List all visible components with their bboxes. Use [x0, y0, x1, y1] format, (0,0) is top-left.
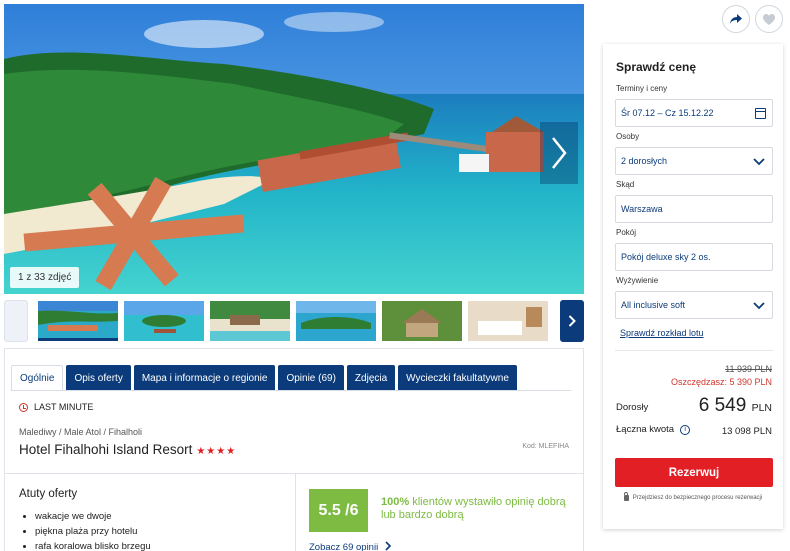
- secure-booking-note: Przejdziesz do bezpiecznego procesu reze…: [603, 492, 783, 501]
- highlight-item: piękna plaża przy hotelu: [23, 526, 151, 537]
- offer-code: Kod: MLEFIHA: [522, 443, 569, 450]
- column-divider: [295, 473, 296, 551]
- thumbnail-4[interactable]: [296, 301, 376, 341]
- rating-score: 5.5 /6: [309, 489, 368, 532]
- old-price: 11 939 PLN: [725, 364, 772, 374]
- departure-field[interactable]: Warszawa: [615, 195, 773, 223]
- persons-label: Osoby: [616, 132, 640, 141]
- thumbnail-2[interactable]: [124, 301, 204, 341]
- chevron-right-icon: [552, 137, 567, 169]
- highlights-list: wakacje we dwoje piękna plaża przy hotel…: [23, 511, 151, 551]
- adult-price-label: Dorosły: [616, 402, 649, 413]
- adult-price-value: 6 549: [698, 395, 747, 416]
- tab-photos[interactable]: Zdjęcia: [346, 365, 396, 391]
- thumbnail-image: [382, 301, 462, 341]
- reserve-button[interactable]: Rezerwuj: [615, 458, 773, 487]
- highlight-item: wakacje we dwoje: [23, 511, 151, 522]
- price-check-card: Sprawdź cenę Terminy i ceny Śr 07.12 – C…: [603, 44, 783, 529]
- board-value: All inclusive soft: [621, 300, 686, 310]
- thumbnails-prev-button[interactable]: [4, 300, 28, 342]
- calendar-icon: [755, 108, 766, 119]
- clock-icon: [19, 402, 28, 412]
- lock-icon: [623, 492, 629, 501]
- section-divider: [5, 473, 583, 474]
- flight-schedule-link[interactable]: Sprawdź rozkład lotu: [620, 328, 704, 338]
- resort-aerial-image: [4, 4, 584, 294]
- highlight-item: rafa koralowa blisko brzegu: [23, 541, 151, 551]
- see-reviews-link[interactable]: Zobacz 69 opinii: [309, 541, 392, 551]
- departure-label: Skąd: [616, 180, 635, 189]
- tab-reviews[interactable]: Opinie (69): [278, 365, 344, 391]
- rating-text: klientów wystawiło opinię dobrą lub bard…: [381, 496, 566, 522]
- favorite-button[interactable]: [755, 5, 783, 33]
- adult-price: 6 549 PLN: [699, 395, 772, 417]
- dates-value: Śr 07.12 – Cz 15.12.22: [621, 108, 714, 118]
- thumbnail-6[interactable]: [468, 301, 548, 341]
- chevron-right-icon: [568, 315, 576, 327]
- location-breadcrumb: Malediwy / Male Atol / Fihalholi: [19, 427, 143, 437]
- thumbnail-image: [38, 301, 118, 338]
- persons-select[interactable]: 2 dorosłych: [615, 147, 773, 175]
- total-price-value: 13 098 PLN: [721, 426, 772, 437]
- board-label: Wyżywienie: [616, 276, 659, 285]
- adult-price-currency: PLN: [751, 402, 772, 414]
- rating-summary: 100% klientów wystawiło opinię dobrą lub…: [381, 496, 571, 522]
- highlights-title: Atuty oferty: [19, 488, 78, 500]
- offer-tabs: Ogólnie Opis oferty Mapa i informacje o …: [11, 365, 517, 391]
- heart-icon: [763, 13, 775, 25]
- offer-panel: Ogólnie Opis oferty Mapa i informacje o …: [4, 348, 584, 551]
- thumbnail-3[interactable]: [210, 301, 290, 341]
- dates-label: Terminy i ceny: [616, 84, 668, 93]
- thumbnails-next-button[interactable]: [560, 300, 584, 342]
- room-value: Pokój deluxe sky 2 os.: [621, 252, 711, 262]
- total-label-text: Łączna kwota: [616, 424, 675, 435]
- hotel-stars: ★★★★: [196, 446, 237, 457]
- tab-excursions[interactable]: Wycieczki fakultatywne: [398, 365, 517, 391]
- thumbnail-image: [124, 301, 204, 341]
- info-icon[interactable]: i: [680, 424, 691, 435]
- tab-general[interactable]: Ogólnie: [11, 365, 64, 391]
- hotel-title: Hotel Fihalhohi Island Resort ★★★★: [19, 442, 236, 457]
- total-price-label: Łączna kwota i: [616, 424, 691, 435]
- thumbnail-1[interactable]: [38, 301, 118, 341]
- thumbnail-strip: [4, 300, 584, 342]
- photo-counter: 1 z 33 zdjęć: [10, 267, 80, 288]
- departure-value: Warszawa: [621, 204, 663, 214]
- board-select[interactable]: All inclusive soft: [615, 291, 773, 319]
- see-reviews-label: Zobacz 69 opinii: [309, 542, 379, 551]
- saving-amount: Oszczędzasz: 5 390 PLN: [670, 377, 772, 387]
- thumbnail-image: [468, 301, 548, 341]
- room-field[interactable]: Pokój deluxe sky 2 os.: [615, 243, 773, 271]
- chevron-down-icon: [753, 158, 765, 166]
- rating-percent: 100%: [381, 496, 410, 508]
- hotel-main-photo[interactable]: 1 z 33 zdjęć: [4, 4, 584, 294]
- price-divider: [615, 350, 773, 351]
- hotel-name: Hotel Fihalhohi Island Resort: [19, 442, 193, 457]
- thumbnail-image: [210, 301, 290, 341]
- chevron-right-icon: [385, 541, 391, 551]
- dates-field[interactable]: Śr 07.12 – Cz 15.12.22: [615, 99, 773, 127]
- room-label: Pokój: [616, 228, 637, 237]
- last-minute-badge: LAST MINUTE: [19, 402, 93, 412]
- last-minute-label: LAST MINUTE: [34, 402, 94, 412]
- tab-map-region[interactable]: Mapa i informacje o regionie: [133, 365, 276, 391]
- chevron-down-icon: [753, 302, 765, 310]
- price-card-title: Sprawdź cenę: [616, 60, 697, 74]
- tab-offer-description[interactable]: Opis oferty: [66, 365, 131, 391]
- persons-value: 2 dorosłych: [621, 156, 668, 166]
- thumbnail-image: [296, 301, 376, 341]
- thumbnail-5[interactable]: [382, 301, 462, 341]
- share-icon: [730, 14, 742, 24]
- secure-note-text: Przejdziesz do bezpiecznego procesu reze…: [632, 495, 763, 501]
- next-photo-button[interactable]: [540, 122, 578, 184]
- share-button[interactable]: [722, 5, 750, 33]
- tabs-divider: [11, 390, 571, 391]
